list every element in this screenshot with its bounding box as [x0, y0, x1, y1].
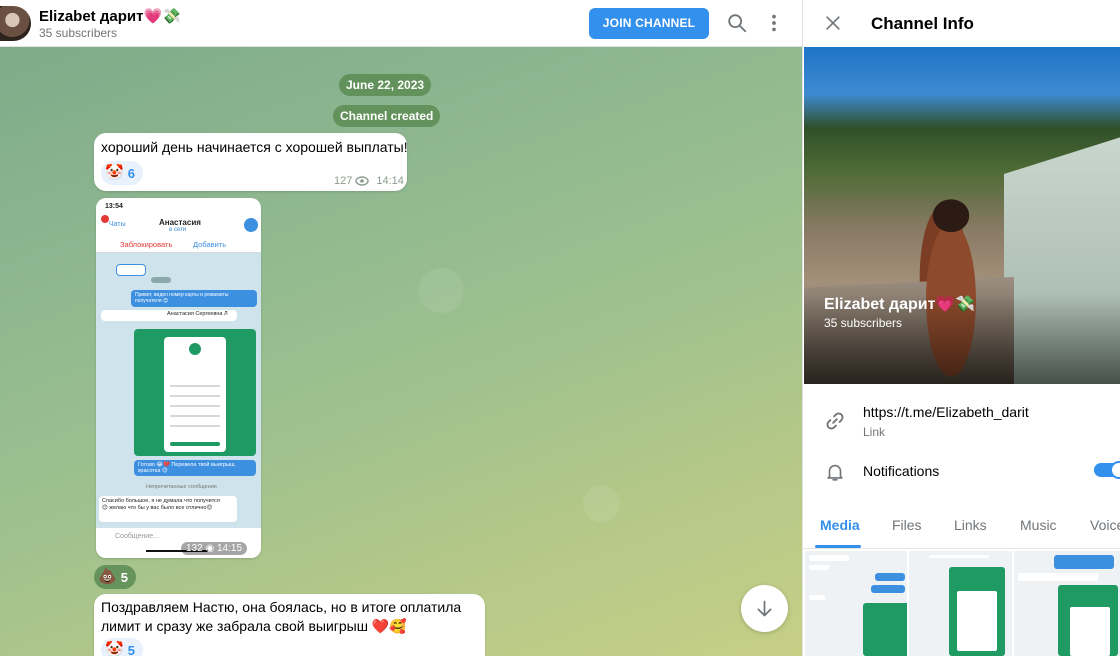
tab-links[interactable]: Links: [954, 517, 987, 533]
thumb-line: [929, 555, 989, 558]
more-vertical-icon[interactable]: [763, 12, 785, 34]
screenshot-inner-row: [170, 405, 220, 407]
screenshot-status-time: 13:54: [105, 203, 123, 210]
reaction-button[interactable]: 🤡 5: [101, 638, 143, 656]
poop-emoji-icon: 💩: [98, 568, 117, 585]
screenshot-contact-name: Анастасия: [159, 218, 201, 227]
screenshot-contact-status: в сети: [169, 227, 187, 233]
thumb-blue-bubble: [871, 585, 905, 593]
hero-title: Elizabet дарит💗💸: [824, 296, 976, 313]
screenshot-incoming-bubble: Спасибо большое, я не думала что получит…: [99, 496, 237, 522]
screenshot-inner-row: [170, 395, 220, 397]
link-icon: [826, 412, 844, 430]
screenshot-incoming-text: Спасибо большое, я не думала что получит…: [102, 498, 220, 511]
channel-info-panel: Channel Info Elizabet дарит💗💸 35 subscri…: [802, 0, 1120, 656]
screenshot-forward-bar: Анастасия Сергеевна Л: [101, 310, 237, 321]
screenshot-unread-label: Непрочитанные сообщения: [146, 484, 217, 490]
thumb-blue-bubble: [1054, 555, 1114, 569]
thumb-line: [1018, 573, 1098, 581]
screenshot-unread-badge: [101, 215, 109, 223]
notifications-toggle[interactable]: [1094, 461, 1120, 479]
message-bubble[interactable]: хороший день начинается с хорошей выплат…: [94, 133, 408, 191]
message-meta: 127 14:14: [334, 175, 404, 187]
avatar[interactable]: [0, 6, 31, 41]
thumb-white-card: [1070, 607, 1110, 656]
tab-music[interactable]: Music: [1020, 517, 1057, 533]
subscriber-count: 35 subscribers: [39, 26, 118, 40]
service-message: Channel created: [333, 105, 441, 127]
screenshot-add-label: Добавить: [193, 240, 227, 249]
screenshot-inner-row: [170, 415, 220, 417]
chat-column: Elizabet дарит💗💸 35 subscribers JOIN CHA…: [0, 0, 802, 656]
view-count: 127: [334, 175, 353, 187]
view-count: 132: [186, 543, 203, 554]
reaction-count: 5: [120, 569, 128, 585]
channel-photo[interactable]: [804, 47, 1120, 384]
tab-media[interactable]: Media: [820, 517, 860, 533]
thumb-white-card: [957, 591, 997, 651]
channel-title[interactable]: Elizabet дарит💗💸: [39, 7, 181, 25]
hero-subscribers: 35 subscribers: [824, 316, 903, 330]
chat-header: Elizabet дарит💗💸 35 subscribers JOIN CHA…: [0, 0, 802, 47]
screenshot-small-card: [116, 264, 146, 276]
close-icon[interactable]: [823, 13, 843, 33]
panel-title: Channel Info: [871, 14, 974, 33]
screenshot-block-label: Заблокировать: [120, 240, 173, 249]
screenshot-inner-image: [134, 329, 256, 456]
screenshot-inner-logo: [189, 343, 201, 355]
reaction-button[interactable]: 🤡 6: [101, 161, 143, 185]
screenshot-inner-row: [170, 385, 220, 387]
eye-icon: [355, 176, 370, 186]
arrow-down-icon: [757, 600, 772, 617]
date-pill: June 22, 2023: [339, 74, 432, 96]
thumb-line: [809, 565, 829, 570]
photo-message[interactable]: 13:54 Чаты Анастасия в сети Заблокироват…: [96, 198, 261, 558]
screenshot-input-placeholder: Сообщение...: [115, 533, 159, 540]
link-caption: Link: [863, 425, 886, 439]
reaction-count: 6: [127, 165, 135, 181]
channel-link[interactable]: https://t.me/Elizabeth_darit: [863, 404, 1029, 420]
message-text: Поздравляем Настю, она боялась, но в ито…: [101, 599, 462, 634]
tab-files[interactable]: Files: [892, 517, 922, 533]
screenshot-inner-button: [170, 442, 220, 446]
tab-voice[interactable]: Voice: [1090, 517, 1120, 533]
reaction-count: 5: [127, 642, 135, 656]
screenshot-avatar: [244, 218, 258, 232]
screenshot-inner-row: [170, 425, 220, 427]
chat-screenshot-image: 13:54 Чаты Анастасия в сети Заблокироват…: [96, 198, 261, 558]
eye-icon: ◉: [205, 543, 215, 554]
screenshot-reply-bubble: Готово 😂💔 Перевела твой выигрыш, красотк…: [134, 460, 256, 476]
scroll-down-button[interactable]: [741, 585, 788, 632]
tabs-divider: [803, 548, 1120, 549]
clown-emoji-icon: 🤡: [105, 164, 124, 181]
media-thumbnail[interactable]: [805, 551, 907, 656]
media-thumbnail[interactable]: [1014, 551, 1120, 656]
screenshot-forward-label: Анастасия Сергеевна Л: [167, 311, 228, 317]
message-meta: 132 ◉ 14:15: [181, 542, 248, 555]
thumb-line: [809, 595, 825, 600]
thumb-green-card: [863, 603, 907, 656]
reaction-button[interactable]: 💩 5: [94, 565, 136, 589]
screenshot-back-label: Чаты: [109, 221, 126, 228]
screenshot-inner-card: [164, 337, 226, 452]
info-header: Channel Info: [803, 0, 1120, 47]
screenshot-outgoing-bubble: Привет, видел номер карты и реквизиты по…: [131, 290, 257, 307]
message-time: 14:15: [216, 543, 243, 554]
bell-icon: [827, 464, 843, 481]
join-channel-button[interactable]: JOIN CHANNEL: [589, 8, 709, 39]
message-bubble[interactable]: Поздравляем Настю, она боялась, но в ито…: [94, 594, 485, 656]
screenshot-outgoing-text: Привет, видел номер карты и реквизиты по…: [135, 292, 229, 304]
clown-emoji-icon: 🤡: [105, 641, 124, 656]
screenshot-reply-text: Готово 😂💔 Перевела твой выигрыш, красотк…: [138, 462, 236, 474]
media-thumbnail[interactable]: [909, 551, 1012, 656]
screenshot-time-chip: [151, 277, 171, 283]
thumb-blue-bubble: [875, 573, 905, 581]
thumb-line: [809, 555, 849, 561]
message-text: хороший день начинается с хорошей выплат…: [101, 139, 408, 155]
toggle-knob: [1110, 461, 1120, 479]
search-icon[interactable]: [726, 12, 748, 34]
notifications-label: Notifications: [863, 463, 940, 479]
message-time: 14:14: [376, 175, 404, 187]
